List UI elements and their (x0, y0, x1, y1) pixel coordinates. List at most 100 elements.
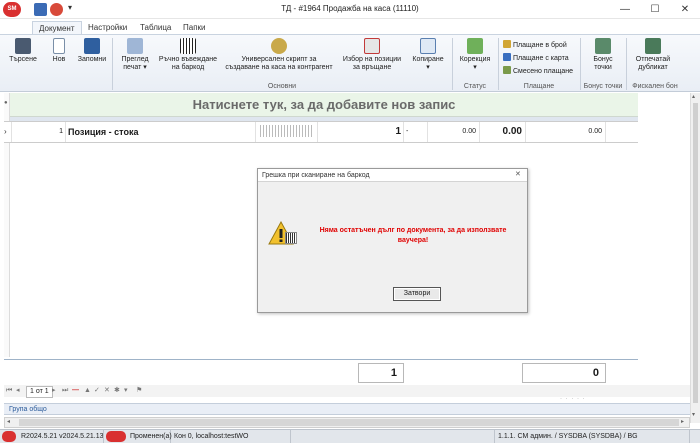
add-record-row[interactable]: Натиснете тук, за да добавите нов запис (10, 93, 638, 117)
pay-mixed-label: Смесено плащане (513, 68, 574, 75)
correction-button[interactable]: Корекция ▾ (456, 38, 494, 82)
search-label: Търсене (9, 56, 37, 63)
confirm-icon[interactable]: ✓ (94, 385, 100, 397)
next-page-icon[interactable]: ▸ (52, 385, 56, 397)
select-return-button[interactable]: Избор на позиции за връщане (338, 38, 406, 82)
barcode-thumbnail-icon (260, 125, 314, 137)
cash-icon (503, 40, 511, 48)
return-document-icon (364, 38, 380, 54)
bookmark-icon[interactable]: ⚑ (136, 385, 142, 397)
group-summary-bar: Група общо (4, 403, 690, 415)
row-number: 1 (12, 122, 66, 142)
vertical-scroll-thumb[interactable] (693, 103, 698, 403)
grid-indicator-dot: ● (4, 100, 8, 106)
group-bonus-label: Бонус точки (583, 83, 623, 90)
status-bar: R2024.5.21 v2024.5.21.13 Променен(а) Кон… (0, 429, 700, 443)
status-logo-icon (2, 431, 16, 442)
group-payment-label: Плащане (523, 83, 555, 90)
status-version: R2024.5.21 v2024.5.21.13 (18, 430, 104, 443)
horizontal-scrollbar[interactable]: ◂ ▸ (4, 417, 690, 428)
total-amount: 0 (522, 363, 606, 383)
row-item-name[interactable]: Позиция - стока (66, 122, 256, 142)
row-price[interactable]: 0.00 (428, 122, 480, 142)
record-navigator: ⏮ ◂ 1 от 1 ▸ ⏭ — ▲ ✓ ✕ ✱ ▾ ⚑ (4, 385, 690, 398)
prev-page-icon[interactable]: ◂ (16, 385, 20, 397)
refresh-icon[interactable]: ✱ (114, 385, 120, 397)
mixed-payment-icon (503, 66, 511, 74)
barcode-small-icon (285, 232, 297, 244)
tab-table[interactable]: Таблица (134, 21, 177, 35)
pay-mixed-button[interactable]: Смесено плащане (503, 66, 573, 77)
bonus-points-button[interactable]: Бонус точки (584, 38, 622, 82)
horizontal-scroll-thumb[interactable] (19, 419, 679, 426)
bonus-icon (595, 38, 611, 54)
status-state: Променен(а) (127, 430, 172, 443)
status-sm-icon (106, 431, 126, 442)
row-quantity[interactable]: 1 (318, 122, 404, 142)
preview-print-button[interactable]: Преглед печат ▾ (117, 38, 153, 82)
new-document-icon (53, 38, 65, 54)
title-bar: SM ▾ ТД - #1964 Продажба на каса (11110)… (0, 0, 700, 19)
copy-label: Копиране ▾ (412, 56, 444, 71)
fiscal-printer-icon (645, 38, 661, 54)
pay-card-label: Плащане с карта (513, 55, 569, 62)
manual-barcode-button[interactable]: Ръчно въвеждане на баркод (157, 38, 219, 82)
coins-icon (271, 38, 287, 54)
scroll-right-icon[interactable]: ▸ (681, 418, 684, 427)
copy-icon (420, 38, 436, 54)
resize-grip-icon[interactable]: · · · · · (560, 396, 586, 402)
scroll-left-icon[interactable]: ◂ (7, 418, 10, 427)
minimize-button[interactable]: — (610, 0, 640, 19)
print-duplicate-label: Отпечатай дубликат (635, 56, 671, 71)
copy-button[interactable]: Копиране ▾ (409, 38, 447, 82)
cancel-icon[interactable]: ✕ (104, 385, 110, 397)
select-return-label: Избор на позиции за връщане (342, 56, 402, 71)
scroll-up-icon[interactable]: ▴ (692, 93, 695, 100)
print-preview-icon (127, 38, 143, 54)
universal-script-label: Универсален скрипт за създаване на каса … (225, 56, 333, 71)
close-button[interactable]: ✕ (670, 0, 700, 19)
group-status-label: Статус (463, 83, 487, 90)
group-fiscal-label: Фискален бон (632, 83, 678, 90)
maximize-button[interactable]: ☐ (640, 0, 670, 19)
preview-print-label: Преглед печат ▾ (121, 56, 149, 71)
pay-cash-button[interactable]: Плащане в брой (503, 40, 567, 51)
save-label: Запомни (77, 56, 107, 63)
bonus-points-label: Бонус точки (593, 56, 613, 71)
card-icon (503, 53, 511, 61)
floppy-icon (84, 38, 100, 54)
filter-icon[interactable]: ▾ (124, 385, 128, 397)
print-duplicate-button[interactable]: Отпечатай дубликат (630, 38, 676, 82)
new-button[interactable]: Нов (47, 38, 71, 82)
search-button[interactable]: Търсене (6, 38, 40, 82)
ribbon: Търсене Нов Запомни Преглед печат ▾ Ръчн… (0, 34, 700, 92)
window-title: ТД - #1964 Продажба на каса (11110) (281, 4, 419, 13)
first-record-icon[interactable]: ⏮ (6, 385, 12, 397)
tab-document[interactable]: Документ (32, 21, 82, 35)
row-selector-icon[interactable]: › (4, 122, 12, 142)
barcode-icon (180, 38, 196, 54)
row-discount: 0.00 (526, 122, 606, 142)
add-record-icon[interactable]: — (72, 385, 79, 397)
tab-folders[interactable]: Папки (177, 21, 212, 35)
close-dialog-button[interactable]: Затвори (393, 287, 441, 301)
table-row[interactable]: › 1 Позиция - стока 1 - 0.00 0.00 0.00 (4, 121, 638, 143)
new-label: Нов (52, 56, 66, 63)
status-connection: Кон 0, localhost:testWO (171, 430, 291, 443)
last-record-icon[interactable]: ⏭ (62, 385, 68, 397)
correction-label: Корекция ▾ (459, 56, 491, 71)
binoculars-icon (15, 38, 31, 54)
universal-script-button[interactable]: Универсален скрипт за създаване на каса … (223, 38, 335, 82)
vertical-scrollbar[interactable]: ▴ ▾ (690, 93, 700, 423)
pay-card-button[interactable]: Плащане с карта (503, 53, 569, 64)
error-dialog: Грешка при сканиране на баркод ✕ Няма ос… (257, 168, 528, 313)
scroll-down-icon[interactable]: ▾ (692, 411, 695, 418)
group-basic-label: Основни (267, 83, 297, 90)
error-message: Няма остатъчен дълг по документа, за да … (319, 227, 507, 244)
save-button[interactable]: Запомни (76, 38, 108, 82)
page-indicator: 1 от 1 (26, 386, 53, 398)
navigator-up-icon[interactable]: ▲ (84, 385, 91, 397)
tab-settings[interactable]: Настройки (82, 21, 133, 35)
row-total: 0.00 (480, 122, 526, 142)
dialog-close-button[interactable]: ✕ (515, 170, 521, 178)
